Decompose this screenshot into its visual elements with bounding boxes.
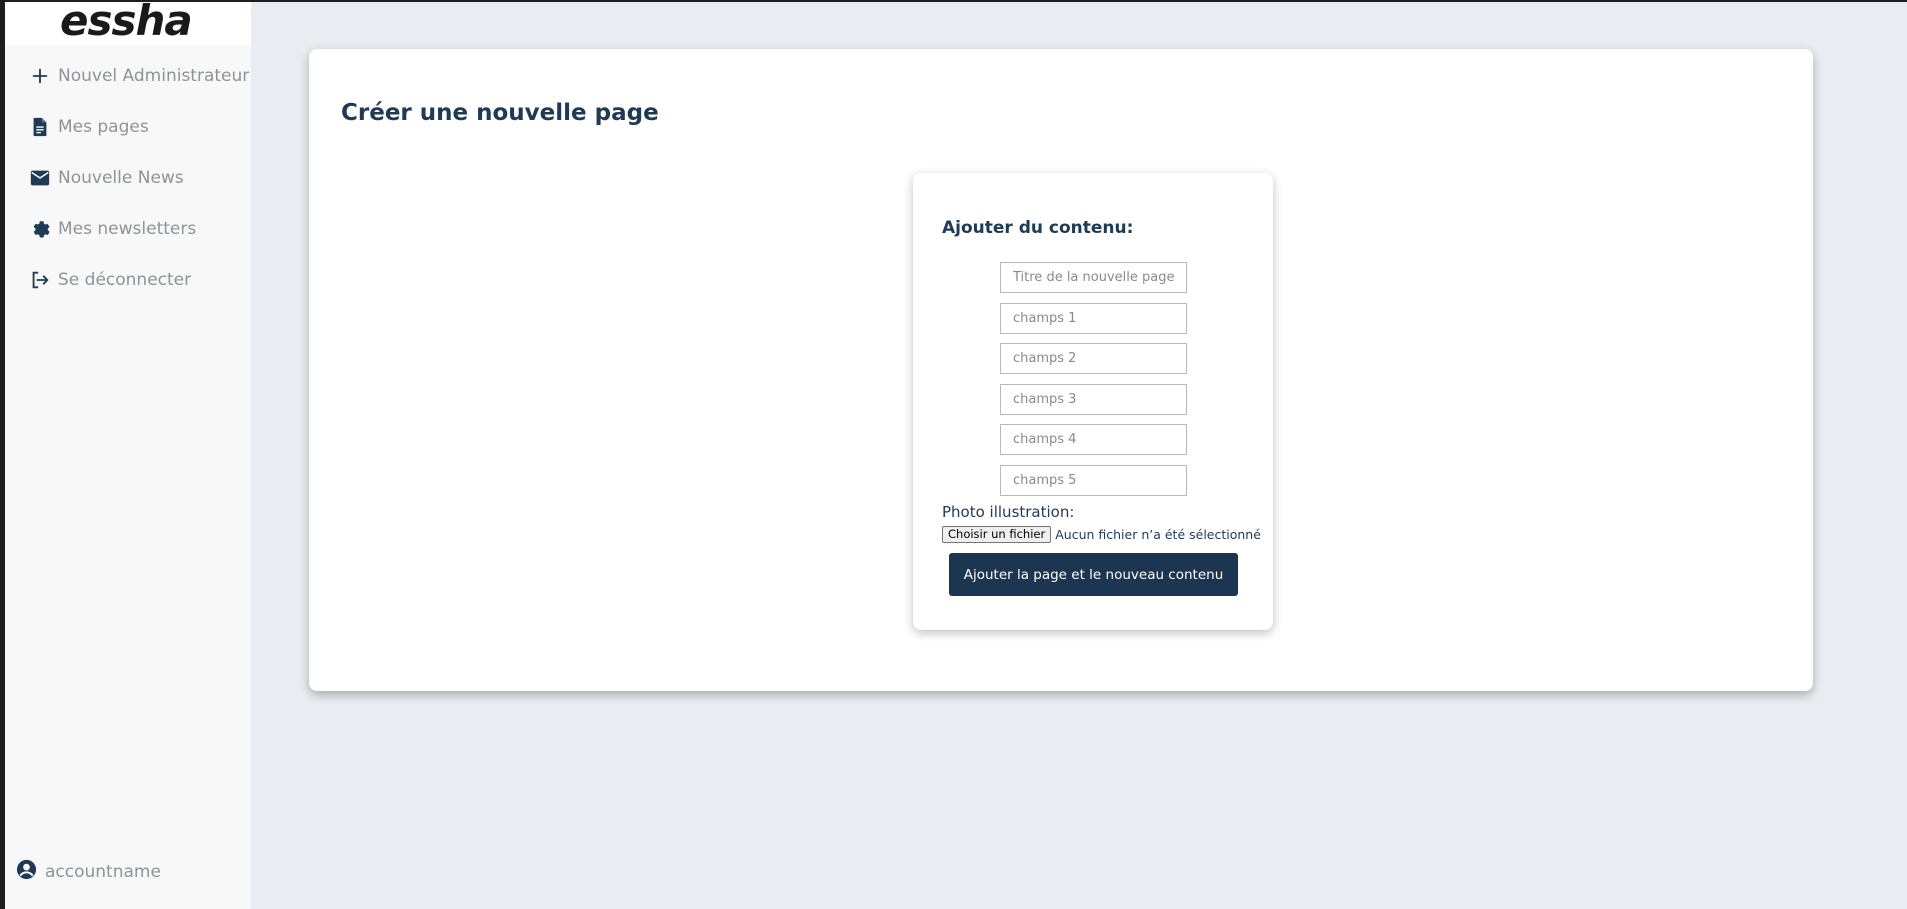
account-menu[interactable]: accountname <box>15 858 161 886</box>
field-3-input[interactable] <box>1000 384 1187 415</box>
field-5-input[interactable] <box>1000 465 1187 496</box>
file-status: Aucun fichier n’a été sélectionné <box>1055 527 1261 542</box>
sidebar: essha Nouvel Administrateur Mes pages No… <box>5 0 251 909</box>
submit-button[interactable]: Ajouter la page et le nouveau contenu <box>949 553 1238 596</box>
account-name: accountname <box>45 862 161 882</box>
sidebar-item-label: Mes newsletters <box>58 218 197 239</box>
new-page-form: Ajouter du contenu: Photo illustration: … <box>913 173 1273 630</box>
sidebar-item-my-newsletters[interactable]: Mes newsletters <box>5 203 251 254</box>
sidebar-item-logout[interactable]: Se déconnecter <box>5 254 251 305</box>
main-card: Créer une nouvelle page Ajouter du conte… <box>309 49 1813 691</box>
document-icon <box>29 116 58 138</box>
field-1-input[interactable] <box>1000 303 1187 334</box>
field-4-input[interactable] <box>1000 424 1187 455</box>
sidebar-item-new-admin[interactable]: Nouvel Administrateur <box>5 50 251 101</box>
sidebar-item-label: Se déconnecter <box>58 269 192 290</box>
sidebar-item-label: Mes pages <box>58 116 149 137</box>
account-circle-icon <box>15 858 45 886</box>
plus-icon <box>29 65 58 87</box>
page-title-input[interactable] <box>1000 262 1187 293</box>
logo-area: essha <box>5 0 251 46</box>
photo-label: Photo illustration: <box>942 503 1075 521</box>
page-title: Créer une nouvelle page <box>341 100 659 126</box>
sidebar-item-label: Nouvel Administrateur <box>58 65 250 86</box>
form-heading: Ajouter du contenu: <box>942 218 1134 238</box>
envelope-icon <box>29 167 58 189</box>
file-picker: Choisir un fichier Aucun fichier n’a été… <box>942 526 1261 543</box>
logout-icon <box>29 269 58 291</box>
sidebar-nav: Nouvel Administrateur Mes pages Nouvelle… <box>5 50 251 305</box>
sidebar-item-label: Nouvelle News <box>58 167 184 188</box>
sidebar-item-new-news[interactable]: Nouvelle News <box>5 152 251 203</box>
gear-icon <box>29 218 58 240</box>
app-window: essha Nouvel Administrateur Mes pages No… <box>0 0 1907 909</box>
choose-file-button[interactable]: Choisir un fichier <box>942 526 1052 543</box>
brand-logo[interactable]: essha <box>60 0 193 46</box>
sidebar-item-my-pages[interactable]: Mes pages <box>5 101 251 152</box>
field-2-input[interactable] <box>1000 343 1187 374</box>
